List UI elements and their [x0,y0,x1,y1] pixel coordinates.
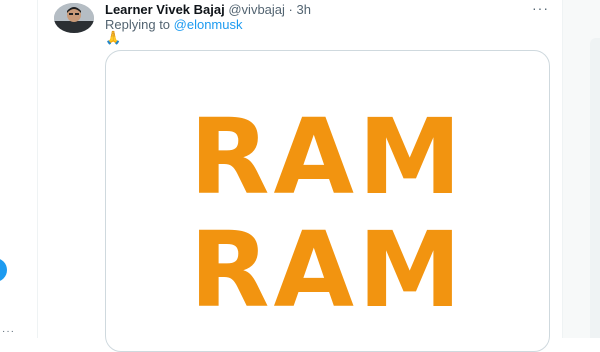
more-options-icon[interactable]: ··· [532,1,549,15]
image-text-line-2: RAM [189,209,466,331]
image-text-line-1: RAM [189,96,466,218]
compose-button[interactable] [0,258,7,282]
sidebar-card [590,38,600,338]
replying-to: Replying to @elonmusk [105,17,243,33]
tweet-header: Learner Vivek Bajaj @vivbajaj · 3h [105,2,311,18]
author-handle[interactable]: @vivbajaj [228,2,285,17]
author-name[interactable]: Learner Vivek Bajaj [105,2,225,17]
left-nav-rail: ··· [0,0,38,338]
more-icon[interactable]: ··· [2,326,15,337]
tweet-time[interactable]: 3h [297,2,311,17]
avatar[interactable] [54,3,94,33]
tweet-text: 🙏 [105,30,122,45]
tweet-image[interactable]: RAM RAM [105,50,550,352]
separator: · [288,2,293,17]
mention-link[interactable]: @elonmusk [174,17,243,32]
tweet[interactable]: Learner Vivek Bajaj @vivbajaj · 3h ··· R… [38,0,562,352]
